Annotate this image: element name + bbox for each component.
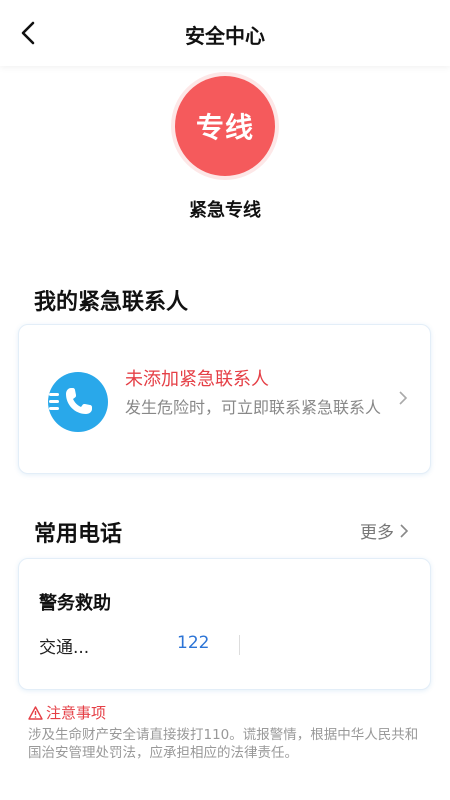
chevron-right-icon: [399, 391, 408, 405]
chevron-right-icon: [400, 523, 409, 538]
no-contact-title: 未添加紧急联系人: [125, 369, 269, 390]
police-assistance-group-title: 警务救助: [39, 593, 111, 614]
phone-item-traffic[interactable]: 交通... 122: [39, 633, 240, 658]
add-emergency-contact-card[interactable]: 未添加紧急联系人 发生危险时，可立即联系紧急联系人: [18, 324, 431, 474]
top-bar: 安全中心: [0, 0, 450, 66]
hotline-label: 紧急专线: [189, 200, 261, 221]
no-contact-description: 发生危险时，可立即联系紧急联系人: [125, 398, 382, 417]
page-title: 安全中心: [185, 24, 265, 48]
hotline-circle-text: 专线: [195, 111, 254, 144]
phone-name: 交通...: [39, 638, 90, 658]
emergency-hotline-button[interactable]: 专线: [175, 76, 275, 176]
divider: [239, 635, 240, 655]
notice-text: 涉及生命财产安全请直接拨打110。谎报警情，根据中华人民共和国治安管理处罚法，应…: [28, 727, 419, 761]
more-phones-link[interactable]: 更多: [360, 518, 410, 543]
notice-heading: 注意事项: [28, 702, 106, 723]
common-phones-heading: 常用电话: [34, 522, 123, 547]
phone-number: 122: [177, 633, 210, 653]
common-phones-card: 警务救助 交通... 122: [18, 558, 431, 690]
phone-icon: [48, 372, 108, 432]
more-label: 更多: [360, 523, 394, 543]
notice-title: 注意事项: [46, 704, 107, 722]
emergency-contacts-heading: 我的紧急联系人: [34, 290, 189, 315]
warning-icon: [28, 705, 43, 720]
